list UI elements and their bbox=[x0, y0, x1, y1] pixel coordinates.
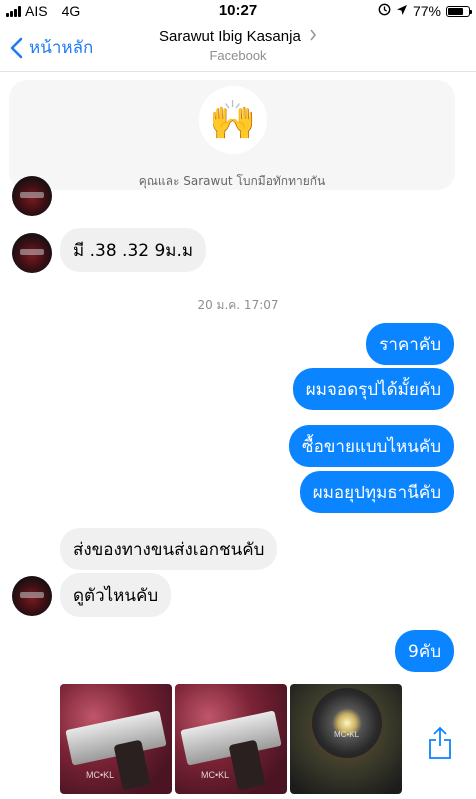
battery-fill bbox=[448, 7, 464, 15]
message-bubble-outgoing[interactable]: 9คับ bbox=[395, 630, 454, 672]
wave-caption: คุณและ Sarawut โบกมือทักทายกัน bbox=[138, 174, 326, 188]
message-bubble-incoming[interactable]: มี .38 .32 9ม.ม bbox=[60, 228, 207, 272]
contact-name-text: Sarawut Ibig Kasanja bbox=[159, 28, 301, 45]
message-bubble-outgoing[interactable]: ราคาคับ bbox=[366, 323, 454, 365]
avatar[interactable] bbox=[12, 176, 52, 216]
location-icon bbox=[396, 3, 408, 19]
wave-emoji: 🙌 bbox=[209, 97, 257, 142]
message-bubble-outgoing[interactable]: ซื้อขายแบบไหนคับ bbox=[289, 425, 454, 467]
share-icon[interactable] bbox=[428, 726, 452, 765]
contact-source: Facebook bbox=[209, 48, 267, 63]
raising-hands-icon[interactable]: 🙌 bbox=[199, 86, 267, 154]
avatar[interactable] bbox=[12, 576, 52, 616]
status-right: 77% bbox=[378, 3, 472, 19]
status-bar: AIS 4G 10:27 77% bbox=[0, 0, 476, 22]
photo-thumbnail[interactable]: MC•KL bbox=[175, 684, 287, 794]
message-bubble-outgoing[interactable]: ผมจอดรุปได้มั้ยคับ bbox=[292, 368, 454, 410]
avatar[interactable] bbox=[12, 233, 52, 273]
contact-name[interactable]: Sarawut Ibig Kasanja bbox=[0, 28, 476, 45]
photo-watermark: MC•KL bbox=[201, 770, 230, 780]
message-bubble-outgoing[interactable]: ผมอยุปทุมธานีคับ bbox=[299, 471, 454, 513]
message-bubble-incoming[interactable]: ดูตัวไหนคับ bbox=[60, 573, 172, 617]
photo-thumbnail[interactable]: MC•KL bbox=[290, 684, 402, 794]
photo-watermark: MC•KL bbox=[334, 730, 360, 739]
photo-thumbnail[interactable]: MC•KL bbox=[60, 684, 172, 794]
wave-card: 🙌 คุณและ Sarawut โบกมือทักทายกัน bbox=[9, 80, 455, 190]
photo-watermark: MC•KL bbox=[86, 770, 115, 780]
alarm-icon bbox=[378, 3, 391, 19]
battery-icon bbox=[446, 5, 472, 17]
message-bubble-incoming[interactable]: ส่งของทางขนส่งเอกชนคับ bbox=[60, 528, 278, 570]
message-timestamp: 20 ม.ค. 17:07 bbox=[197, 298, 279, 312]
title-chevron-icon bbox=[310, 29, 316, 41]
battery-percent: 77% bbox=[412, 3, 441, 19]
barrel-image bbox=[312, 688, 382, 758]
conversation-header: หน้าหลัก Sarawut Ibig Kasanja Facebook bbox=[0, 22, 476, 72]
photo-attachments: MC•KL MC•KL MC•KL bbox=[60, 684, 402, 794]
